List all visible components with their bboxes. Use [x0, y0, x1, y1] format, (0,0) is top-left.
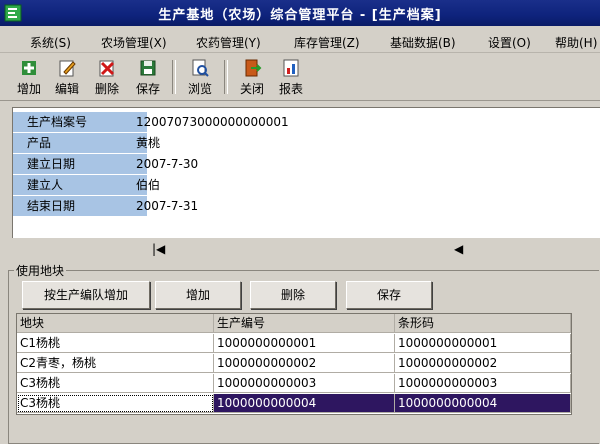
close-icon	[245, 59, 262, 77]
add-label: 增加	[16, 82, 41, 96]
form-row: 建立日期 2007-7-30	[13, 154, 600, 175]
field-label: 建立人	[13, 175, 147, 196]
browse-button[interactable]: 浏览	[183, 56, 217, 98]
created-date-field[interactable]: 2007-7-30	[136, 154, 198, 174]
menu-settings[interactable]: 设置(O)	[488, 34, 531, 51]
report-button[interactable]: 报表	[274, 56, 308, 98]
field-label: 结束日期	[13, 196, 147, 217]
table-cell[interactable]: C2青枣，杨桃	[17, 354, 214, 373]
form-row: 产品 黄桃	[13, 133, 600, 154]
delete-icon	[99, 60, 115, 77]
add-by-team-button[interactable]: 按生产编队增加	[22, 281, 150, 309]
first-record-button[interactable]: |◀	[152, 242, 165, 256]
toolbar-separator	[172, 60, 176, 94]
toolbar: 增加 编辑 删除 保存 浏览 关闭 报表	[0, 54, 600, 101]
table-row[interactable]: C3杨桃 1000000000003 1000000000003	[17, 374, 571, 394]
table-cell[interactable]: 1000000000001	[214, 334, 395, 353]
table-cell[interactable]: 1000000000003	[214, 374, 395, 393]
menu-pesticide-management[interactable]: 农药管理(Y)	[196, 34, 261, 51]
table-row[interactable]: C1杨桃 1000000000001 1000000000001	[17, 334, 571, 354]
table-cell[interactable]: 1000000000004	[214, 394, 395, 413]
save-icon	[140, 60, 156, 76]
close-label: 关闭	[239, 82, 264, 96]
menu-help[interactable]: 帮助(H)	[555, 34, 597, 51]
table-cell[interactable]: C3杨桃	[17, 394, 214, 413]
table-cell[interactable]: C3杨桃	[17, 374, 214, 393]
delete-button[interactable]: 删除	[90, 56, 124, 98]
plots-group-title: 使用地块	[14, 262, 67, 279]
form-row: 生产档案号 12007073000000000001	[13, 112, 600, 133]
edit-icon	[59, 60, 76, 77]
end-date-field[interactable]: 2007-7-31	[136, 196, 198, 216]
edit-label: 编辑	[54, 82, 79, 96]
column-header-production-number[interactable]: 生产编号	[214, 314, 395, 333]
form-row: 建立人 伯伯	[13, 175, 600, 196]
column-header-barcode[interactable]: 条形码	[395, 314, 571, 333]
save-label: 保存	[135, 82, 160, 96]
edit-button[interactable]: 编辑	[50, 56, 84, 98]
browse-icon	[192, 59, 209, 77]
report-label: 报表	[278, 82, 303, 96]
creator-field[interactable]: 伯伯	[136, 175, 160, 195]
table-cell[interactable]: 1000000000004	[395, 394, 571, 413]
menu-farm-management[interactable]: 农场管理(X)	[101, 34, 167, 51]
column-header-plot[interactable]: 地块	[17, 314, 214, 333]
table-cell[interactable]: 1000000000003	[395, 374, 571, 393]
record-navigator: |◀ ◀	[12, 238, 600, 264]
menu-bar: 系统(S) 农场管理(X) 农药管理(Y) 库存管理(Z) 基础数据(B) 设置…	[0, 30, 600, 53]
field-label: 产品	[13, 133, 147, 154]
table-cell[interactable]: C1杨桃	[17, 334, 214, 353]
add-icon	[22, 61, 36, 75]
report-icon	[283, 59, 299, 77]
browse-label: 浏览	[187, 82, 212, 96]
toolbar-separator	[224, 60, 228, 94]
add-button[interactable]: 增加	[12, 56, 46, 98]
table-cell[interactable]: 1000000000002	[214, 354, 395, 373]
menu-basic-data[interactable]: 基础数据(B)	[390, 34, 456, 51]
table-cell[interactable]: 1000000000002	[395, 354, 571, 373]
add-plot-button[interactable]: 增加	[155, 281, 241, 309]
menu-system[interactable]: 系统(S)	[30, 34, 71, 51]
record-number-field[interactable]: 12007073000000000001	[136, 112, 289, 132]
plots-table: 地块 生产编号 条形码 C1杨桃 1000000000001 100000000…	[16, 313, 572, 415]
table-header: 地块 生产编号 条形码	[17, 314, 571, 334]
save-button[interactable]: 保存	[131, 56, 165, 98]
table-row[interactable]: C2青枣，杨桃 1000000000002 1000000000002	[17, 354, 571, 374]
form-row: 结束日期 2007-7-31	[13, 196, 600, 217]
save-plot-button[interactable]: 保存	[346, 281, 432, 309]
prev-record-button[interactable]: ◀	[454, 242, 463, 256]
menu-inventory-management[interactable]: 库存管理(Z)	[294, 34, 360, 51]
field-label: 生产档案号	[13, 112, 147, 133]
product-field[interactable]: 黄桃	[136, 133, 160, 153]
table-row-selected[interactable]: C3杨桃 1000000000004 1000000000004	[17, 394, 571, 414]
delete-plot-button[interactable]: 删除	[250, 281, 336, 309]
record-form: 生产档案号 12007073000000000001 产品 黄桃 建立日期 20…	[12, 107, 600, 238]
field-label: 建立日期	[13, 154, 147, 175]
table-cell[interactable]: 1000000000001	[395, 334, 571, 353]
window-titlebar: 生产基地（农场）综合管理平台 - [生产档案]	[0, 0, 600, 26]
window-title: 生产基地（农场）综合管理平台 - [生产档案]	[158, 8, 442, 23]
close-button[interactable]: 关闭	[235, 56, 269, 98]
delete-label: 删除	[94, 82, 119, 96]
